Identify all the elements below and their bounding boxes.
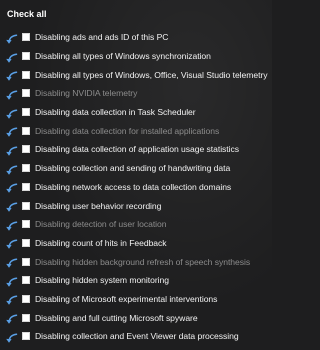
item-label: Disabling collection and Event Viewer da… bbox=[35, 331, 239, 342]
undo-arrow-icon[interactable] bbox=[5, 125, 18, 138]
item-checkbox[interactable] bbox=[22, 220, 30, 229]
undo-arrow-icon[interactable] bbox=[5, 51, 18, 63]
list-item[interactable]: Disabling data collection in Task Schedu… bbox=[0, 103, 272, 122]
item-label: Disabling of Microsoft experimental inte… bbox=[35, 293, 218, 304]
undo-arrow-icon[interactable] bbox=[5, 69, 18, 82]
undo-arrow-icon[interactable] bbox=[5, 181, 18, 194]
undo-arrow-icon[interactable] bbox=[5, 312, 18, 324]
item-label: Disabling NVIDIA telemetry bbox=[35, 88, 138, 99]
undo-arrow-icon[interactable] bbox=[5, 331, 18, 343]
list-item[interactable]: Disabling collection and Event Viewer da… bbox=[0, 327, 272, 346]
list-item[interactable]: Disabling count of hits in Feedback bbox=[0, 234, 272, 253]
list-item[interactable]: Disabling detection of user location bbox=[0, 215, 272, 234]
undo-arrow-icon[interactable] bbox=[5, 32, 18, 44]
item-checkbox[interactable] bbox=[22, 108, 30, 117]
list-item[interactable]: Disabling and full cutting Microsoft spy… bbox=[0, 308, 272, 327]
undo-arrow-icon[interactable] bbox=[5, 163, 18, 175]
item-label: Disabling data collection in Task Schedu… bbox=[35, 107, 196, 118]
list-item[interactable]: Disabling data collection for installed … bbox=[0, 121, 272, 140]
item-label: Disabling data collection of application… bbox=[35, 144, 239, 155]
item-checkbox[interactable] bbox=[22, 313, 30, 322]
undo-arrow-icon[interactable] bbox=[5, 200, 18, 212]
item-checkbox[interactable] bbox=[22, 126, 30, 135]
list-item[interactable]: Disabling user behavior recording bbox=[0, 196, 272, 215]
item-checkbox[interactable] bbox=[22, 238, 30, 247]
item-label: Disabling all types of Windows, Office, … bbox=[35, 69, 268, 80]
item-checkbox[interactable] bbox=[22, 182, 30, 191]
list-item[interactable]: Disabling data collection of application… bbox=[0, 140, 272, 159]
item-checkbox[interactable] bbox=[22, 70, 30, 79]
item-checkbox[interactable] bbox=[22, 294, 30, 303]
item-checkbox[interactable] bbox=[22, 332, 30, 341]
list-item[interactable]: Disabling network access to data collect… bbox=[0, 178, 272, 197]
item-checkbox[interactable] bbox=[22, 164, 30, 173]
undo-arrow-icon[interactable] bbox=[5, 237, 18, 250]
item-checkbox[interactable] bbox=[22, 33, 30, 42]
list-item[interactable]: Disabling collection and sending of hand… bbox=[0, 159, 272, 178]
item-checkbox[interactable] bbox=[22, 52, 30, 61]
item-label: Disabling collection and sending of hand… bbox=[35, 163, 231, 174]
item-label: Disabling ads and ads ID of this PC bbox=[35, 32, 169, 43]
list-item[interactable]: Disabling all types of Windows, Office, … bbox=[0, 65, 272, 84]
item-label: Disabling and full cutting Microsoft spy… bbox=[35, 312, 198, 323]
check-all-button[interactable]: Check all bbox=[7, 9, 47, 19]
undo-arrow-icon[interactable] bbox=[5, 88, 18, 100]
undo-arrow-icon[interactable] bbox=[5, 256, 18, 268]
item-checkbox[interactable] bbox=[22, 257, 30, 266]
list-item[interactable]: Disabling of Microsoft experimental inte… bbox=[0, 290, 272, 309]
item-checkbox[interactable] bbox=[22, 276, 30, 285]
list-item[interactable]: Disabling hidden system monitoring bbox=[0, 271, 272, 290]
item-label: Disabling hidden background refresh of s… bbox=[35, 256, 251, 267]
item-label: Disabling hidden system monitoring bbox=[35, 275, 169, 286]
item-label: Disabling count of hits in Feedback bbox=[35, 237, 167, 248]
item-checkbox[interactable] bbox=[22, 145, 30, 154]
telemetry-settings-panel: Check all Disabling ads and ads ID of th… bbox=[0, 0, 272, 350]
item-label: Disabling data collection for installed … bbox=[35, 125, 220, 136]
item-label: Disabling network access to data collect… bbox=[35, 181, 232, 192]
list-item[interactable]: Disabling all types of Windows synchroni… bbox=[0, 47, 272, 66]
item-label: Disabling user behavior recording bbox=[35, 200, 162, 211]
list-item[interactable]: Disabling hidden background refresh of s… bbox=[0, 252, 272, 271]
item-checkbox[interactable] bbox=[22, 89, 30, 98]
undo-arrow-icon[interactable] bbox=[5, 293, 18, 306]
settings-list: Disabling ads and ads ID of this PC Disab… bbox=[0, 28, 272, 346]
undo-arrow-icon[interactable] bbox=[5, 275, 18, 287]
undo-arrow-icon[interactable] bbox=[5, 107, 18, 119]
item-label: Disabling all types of Windows synchroni… bbox=[35, 51, 211, 62]
list-item[interactable]: Disabling ads and ads ID of this PC bbox=[0, 28, 272, 47]
item-label: Disabling detection of user location bbox=[35, 219, 167, 230]
list-item[interactable]: Disabling NVIDIA telemetry bbox=[0, 84, 272, 103]
item-checkbox[interactable] bbox=[22, 201, 30, 210]
undo-arrow-icon[interactable] bbox=[5, 219, 18, 231]
undo-arrow-icon[interactable] bbox=[5, 144, 18, 156]
